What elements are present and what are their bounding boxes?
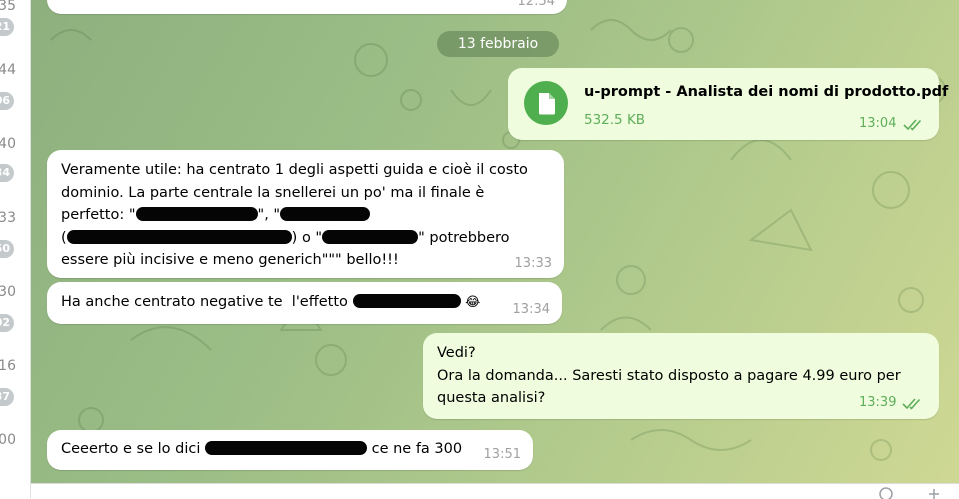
message-text: Ha anche centrato negative te l'effetto … [61, 294, 481, 310]
file-icon[interactable] [524, 81, 568, 125]
message-bubble-incoming[interactable]: Ceeerto e se lo dici ce ne fa 300 13:51 [47, 430, 533, 470]
message-time: 13:34 [512, 302, 550, 317]
message-time: 12:54 [517, 0, 555, 9]
message-text: Veramente utile: ha centrato 1 degli asp… [61, 162, 528, 268]
file-size: 532.5 KB [584, 112, 646, 128]
message-bubble-incoming[interactable]: Ha anche centrato negative te l'effetto … [47, 282, 562, 324]
unread-badge: 37 [0, 388, 14, 406]
laughing-emoji: 😂 [465, 295, 481, 310]
chat-time: 44 [0, 62, 16, 78]
file-message-bubble[interactable]: u-prompt - Analista dei nomi di prodotto… [508, 68, 948, 140]
message-time: 13:33 [514, 256, 552, 271]
message-text: Ceeerto e se lo dici ce ne fa 300 [61, 441, 463, 457]
message-time: 13:39 [859, 395, 897, 410]
redaction-mark [204, 441, 367, 455]
chat-area[interactable]: 12:54 13 febbraio u-prompt - Analista de… [31, 0, 959, 483]
redaction-mark [322, 229, 419, 244]
double-check-icon [903, 119, 922, 131]
redaction-mark [135, 207, 258, 221]
message-time: 13:51 [483, 447, 521, 462]
message-time: 13:04 [859, 116, 897, 131]
chat-time: 30 [0, 284, 16, 300]
redaction-mark [66, 229, 292, 244]
redaction-mark [352, 294, 461, 308]
redaction-mark [280, 207, 371, 221]
date-separator: 13 febbraio [437, 31, 559, 57]
chat-time: 16 [0, 358, 16, 374]
message-input-bar[interactable] [31, 483, 959, 499]
smiley-icon[interactable] [879, 487, 893, 499]
unread-badge: 21 [0, 18, 14, 36]
unread-badge: 50 [0, 240, 14, 258]
unread-badge: 02 [0, 314, 14, 332]
message-bubble-outgoing[interactable]: Vedi? Ora la domanda... Saresti stato di… [423, 333, 939, 419]
message-text: Vedi? Ora la domanda... Saresti stato di… [437, 345, 901, 406]
chat-time: 33 [0, 210, 16, 226]
message-bubble-incoming-partial[interactable]: 12:54 [47, 0, 567, 14]
unread-badge: 06 [0, 92, 14, 110]
send-icon[interactable] [927, 487, 941, 499]
chat-list-sidebar[interactable]: 35 21 44 06 40 34 33 50 30 02 16 37 00 [0, 0, 31, 498]
chat-time: 35 [0, 0, 16, 14]
message-bubble-incoming[interactable]: Veramente utile: ha centrato 1 degli asp… [47, 150, 564, 278]
chat-time: 00 [0, 432, 16, 448]
file-name[interactable]: u-prompt - Analista dei nomi di prodotto… [584, 81, 948, 104]
double-check-icon [902, 398, 921, 410]
chat-time: 40 [0, 136, 16, 152]
unread-badge: 34 [0, 164, 14, 182]
